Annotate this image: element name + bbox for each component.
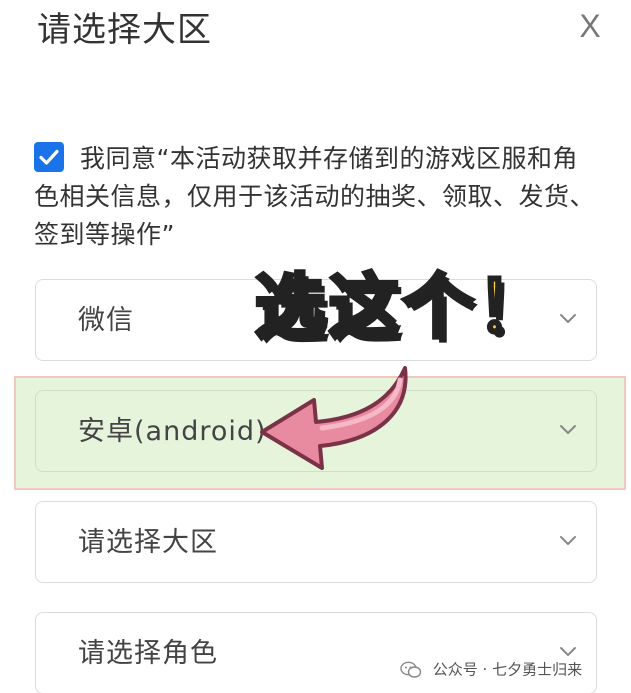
- chevron-down-icon: [560, 536, 576, 545]
- system-select-value: 安卓(android): [78, 416, 267, 447]
- agreement-checkbox[interactable]: [34, 142, 64, 172]
- platform-select-value: 微信: [78, 305, 134, 336]
- watermark: 公众号 · 七夕勇士归来: [400, 658, 582, 681]
- callout-text: 选这个！: [253, 264, 551, 350]
- role-select-placeholder: 请选择角色: [78, 638, 218, 669]
- pointer-arrow-icon: [260, 366, 408, 470]
- region-select-dialog: 请选择大区 X 我同意“本活动获取并存储到的游戏区服和角色相关信息，仅用于该活动…: [0, 0, 631, 693]
- chevron-down-icon: [560, 314, 576, 323]
- role-select[interactable]: 请选择角色: [35, 612, 597, 693]
- close-button[interactable]: X: [570, 4, 610, 48]
- dialog-title: 请选择大区: [37, 10, 212, 50]
- region-select[interactable]: 请选择大区: [35, 501, 597, 583]
- region-select-placeholder: 请选择大区: [78, 527, 218, 558]
- watermark-text: 公众号 · 七夕勇士归来: [432, 660, 583, 679]
- agreement-text: 我同意“本活动获取并存储到的游戏区服和角色相关信息，仅用于该活动的抽奖、领取、发…: [34, 144, 596, 249]
- agreement-row: 我同意“本活动获取并存储到的游戏区服和角色相关信息，仅用于该活动的抽奖、领取、发…: [34, 140, 600, 254]
- wechat-icon: [400, 661, 422, 678]
- chevron-down-icon: [560, 425, 576, 434]
- chevron-down-icon: [560, 647, 576, 656]
- check-icon: [39, 149, 59, 165]
